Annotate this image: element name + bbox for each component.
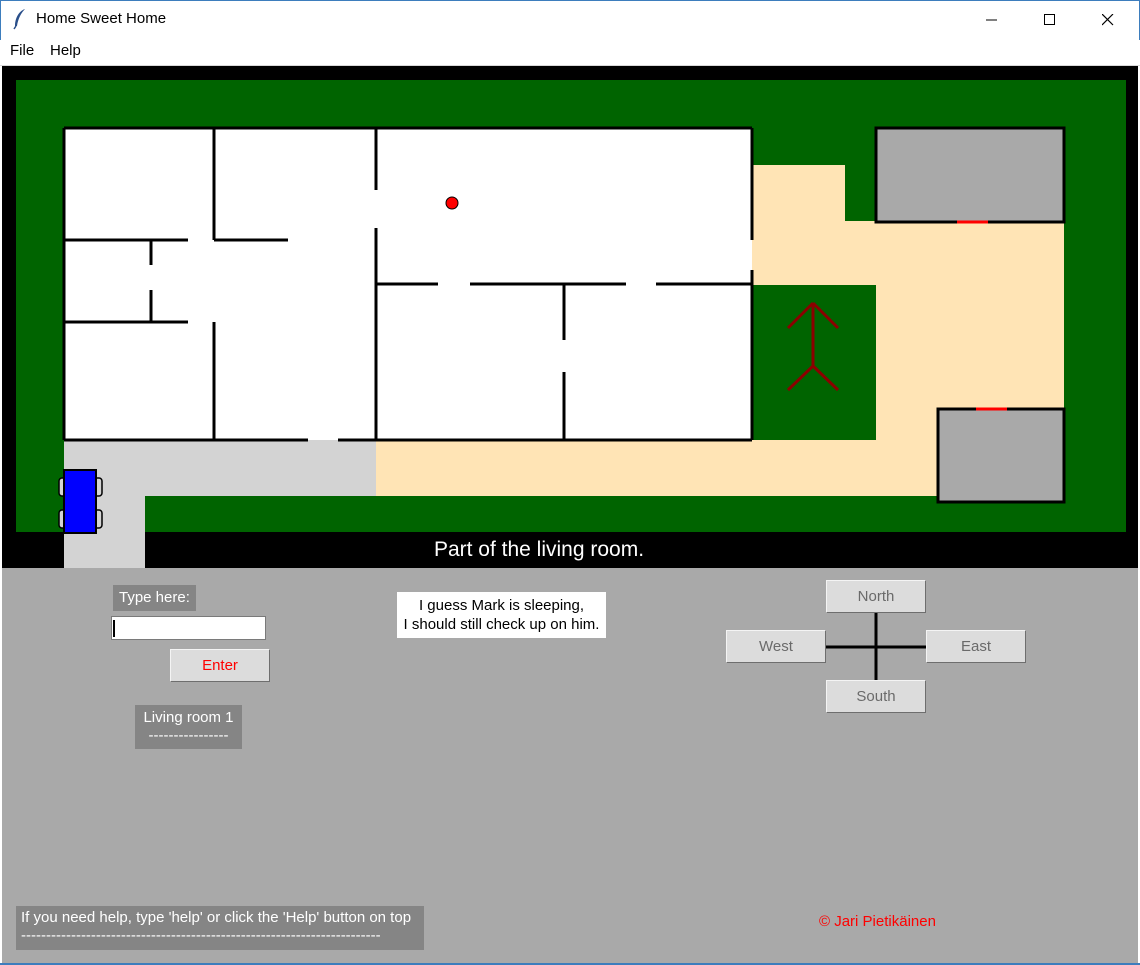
compass-cross	[826, 612, 928, 682]
shed-bottom	[936, 407, 1066, 504]
path-front	[376, 440, 940, 496]
minimize-button[interactable]	[963, 0, 1021, 40]
help-hint: If you need help, type 'help' or click t…	[21, 909, 412, 926]
menu-help[interactable]: Help	[50, 42, 81, 59]
close-button[interactable]	[1079, 0, 1137, 40]
maximize-icon	[1044, 14, 1055, 25]
window-title: Home Sweet Home	[36, 10, 167, 27]
text-cursor	[113, 620, 115, 637]
room-name: Living room 1	[143, 709, 234, 726]
minimize-icon	[986, 19, 997, 21]
help-hint-box: If you need help, type 'help' or click t…	[16, 906, 424, 950]
help-hint-underline: ----------------------------------------…	[21, 927, 381, 944]
shed-top	[874, 126, 1066, 224]
car-icon	[58, 469, 103, 534]
menu-bar	[0, 40, 1140, 64]
maximize-button[interactable]	[1021, 0, 1079, 40]
narration-line-2: I should still check up on him.	[403, 616, 600, 633]
driveway	[64, 440, 376, 496]
type-here-label: Type here:	[113, 585, 196, 611]
location-text: Part of the living room.	[433, 538, 645, 561]
feather-icon	[13, 9, 25, 30]
narration-line-1: I guess Mark is sleeping,	[418, 597, 585, 614]
east-button[interactable]: East	[926, 630, 1026, 663]
path-side	[876, 285, 940, 440]
south-button[interactable]: South	[826, 680, 926, 713]
player-marker	[445, 196, 459, 210]
command-input[interactable]	[111, 616, 266, 640]
map-canvas	[2, 66, 1138, 568]
close-icon	[1102, 14, 1114, 26]
west-button[interactable]: West	[726, 630, 826, 663]
room-name-box: Living room 1 ----------------	[135, 705, 242, 749]
house-map	[16, 80, 1126, 568]
north-button[interactable]: North	[826, 580, 926, 613]
room-name-underline: ----------------	[148, 727, 229, 744]
path-upper	[752, 165, 845, 285]
menu-file[interactable]: File	[10, 42, 34, 59]
copyright-text: © Jari Pietikäinen	[819, 913, 936, 930]
enter-button[interactable]: Enter	[170, 649, 270, 682]
narration-box: I guess Mark is sleeping, I should still…	[397, 592, 606, 638]
